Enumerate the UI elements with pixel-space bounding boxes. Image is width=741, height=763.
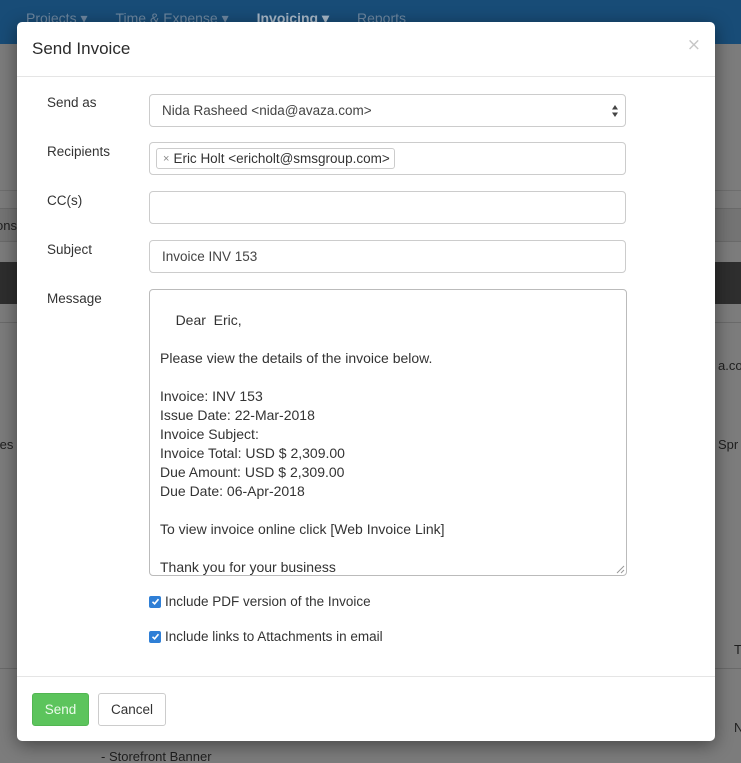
close-icon[interactable]: ×: [687, 35, 701, 55]
message-label: Message: [47, 291, 102, 306]
bg-text-fragment: T: [734, 642, 741, 657]
message-value: Dear Eric, Please view the details of th…: [160, 312, 445, 575]
include-attachments-label: Include links to Attachments in email: [165, 629, 383, 644]
recipient-tag-label: Eric Holt <ericholt@smsgroup.com>: [173, 151, 390, 166]
bg-text-fragment: N: [734, 720, 741, 735]
send-as-select[interactable]: Nida Rasheed <nida@avaza.com>: [149, 94, 626, 127]
cancel-button[interactable]: Cancel: [98, 693, 166, 726]
checkmark-icon: [151, 598, 159, 605]
include-pdf-label: Include PDF version of the Invoice: [165, 594, 371, 609]
select-arrows-icon: [612, 105, 618, 117]
cc-label: CC(s): [47, 193, 83, 208]
send-as-value: Nida Rasheed <nida@avaza.com>: [162, 103, 372, 118]
send-button[interactable]: Send: [32, 693, 89, 726]
bg-text-fragment: Spr: [718, 437, 739, 452]
include-attachments-checkbox[interactable]: [149, 630, 161, 643]
include-pdf-option[interactable]: Include PDF version of the Invoice: [149, 594, 371, 609]
bg-text-fragment: ons: [0, 218, 17, 233]
dialog-title: Send Invoice: [32, 39, 131, 58]
bg-text-fragment: a.com: [718, 358, 741, 373]
recipient-tag: × Eric Holt <ericholt@smsgroup.com>: [156, 148, 395, 169]
send-invoice-dialog: Send Invoice × Send as Nida Rasheed <nid…: [17, 22, 715, 741]
bg-text-fragment: tes: [0, 437, 14, 452]
include-pdf-checkbox[interactable]: [149, 595, 161, 608]
cc-input[interactable]: [149, 191, 626, 224]
subject-value: Invoice INV 153: [162, 249, 258, 264]
subject-input[interactable]: Invoice INV 153: [149, 240, 626, 273]
remove-recipient-icon[interactable]: ×: [163, 153, 169, 165]
message-textarea[interactable]: Dear Eric, Please view the details of th…: [149, 289, 627, 576]
dialog-header: Send Invoice ×: [17, 22, 715, 77]
dialog-footer: Send Cancel: [17, 676, 715, 741]
resize-handle-icon[interactable]: [616, 565, 625, 574]
bg-text-fragment: - Storefront Banner: [101, 749, 212, 763]
recipients-input[interactable]: × Eric Holt <ericholt@smsgroup.com>: [149, 142, 626, 175]
include-attachments-option[interactable]: Include links to Attachments in email: [149, 629, 383, 644]
checkmark-icon: [151, 633, 159, 640]
send-as-label: Send as: [47, 95, 97, 110]
recipients-label: Recipients: [47, 144, 111, 159]
subject-label: Subject: [47, 242, 93, 257]
